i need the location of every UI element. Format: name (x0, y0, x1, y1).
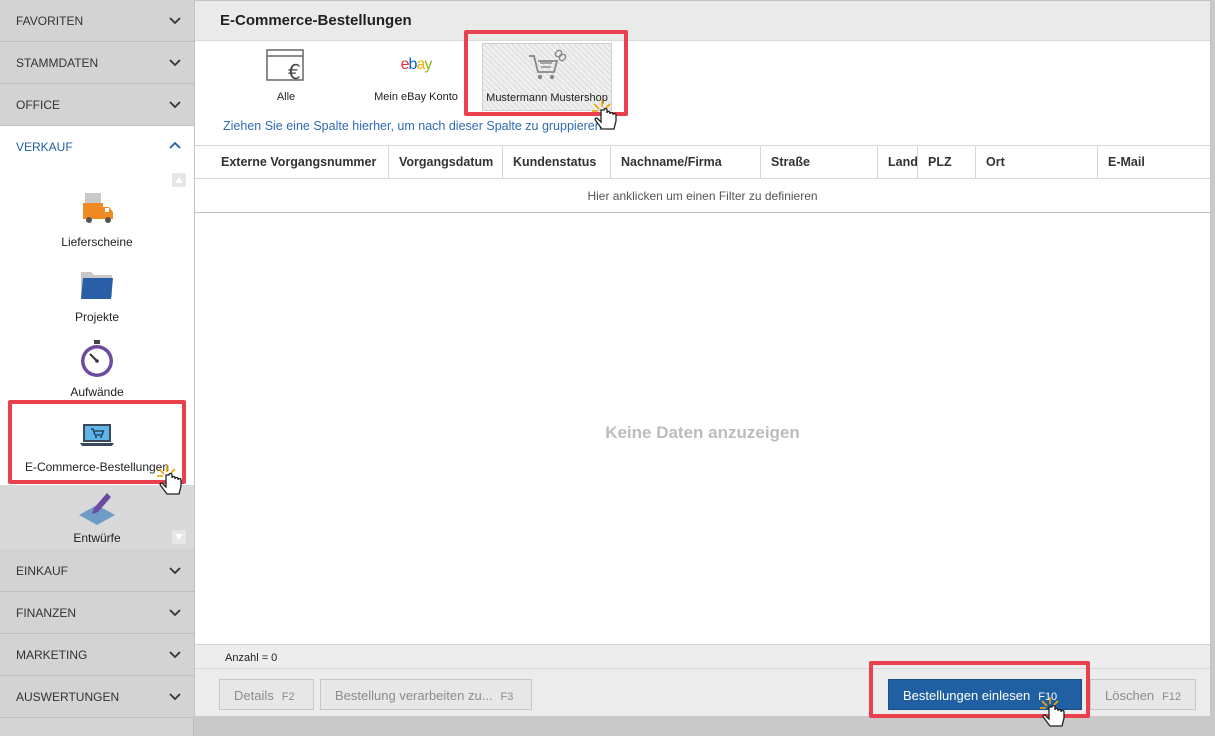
chevron-down-icon (169, 59, 181, 67)
loeschen-button[interactable]: Löschen F12 (1090, 679, 1196, 710)
ebay-logo-icon: ebay (386, 53, 446, 77)
draft-pen-icon (79, 493, 115, 525)
laptop-cart-icon (80, 424, 114, 446)
sidebar-section-stammdaten[interactable]: STAMMDATEN (0, 42, 194, 84)
sidebar-section-label: MARKETING (16, 647, 88, 662)
sidebar-section-favoriten[interactable]: FAVORITEN (0, 0, 194, 42)
stopwatch-icon (81, 340, 113, 377)
grid-header: Externe Vorgangsnummer Vorgangsdatum Kun… (195, 145, 1210, 179)
sidebar: FAVORITEN STAMMDATEN OFFICE VERKAUF Lief… (0, 0, 194, 736)
sidebar-item-entwuerfe[interactable]: Entwürfe (0, 485, 194, 549)
folder-icon (81, 272, 113, 299)
group-by-hint: Ziehen Sie eine Spalte hierher, um nach … (223, 119, 602, 133)
sidebar-item-aufwaende[interactable]: Aufwände (10, 339, 184, 411)
shop-tab-label: Mustermann Mustershop (486, 92, 608, 104)
invoice-euro-icon: € (266, 49, 304, 84)
triangle-up-icon (175, 177, 183, 183)
cart-link-icon (529, 49, 567, 80)
column-header-name[interactable]: Nachname/Firma (611, 146, 761, 179)
scroll-down-button[interactable] (172, 530, 186, 544)
chevron-down-icon (169, 101, 181, 109)
sidebar-section-label: STAMMDATEN (16, 55, 99, 70)
triangle-down-icon (175, 534, 183, 540)
sidebar-section-einkauf[interactable]: EINKAUF (0, 550, 194, 592)
chevron-down-icon (169, 17, 181, 25)
app-window: FAVORITEN STAMMDATEN OFFICE VERKAUF Lief… (0, 0, 1215, 736)
sidebar-section-verkauf[interactable]: VERKAUF (0, 126, 194, 168)
button-shortcut: F2 (281, 691, 295, 703)
empty-state-text: Keine Daten anzuzeigen (605, 423, 800, 442)
button-shortcut: F12 (1162, 691, 1182, 703)
delivery-truck-icon (83, 193, 113, 223)
page-title: E-Commerce-Bestellungen (195, 1, 1210, 41)
main-panel: E-Commerce-Bestellungen € Alle ebay Mein… (194, 0, 1211, 716)
shop-tab-ebay[interactable]: ebay Mein eBay Konto (351, 43, 481, 111)
button-label: Bestellungen einlesen (903, 688, 1031, 703)
footer-toolbar: Details F2 Bestellung verarbeiten zu... F3… (195, 668, 1210, 716)
button-label: Bestellung verarbeiten zu... (335, 688, 493, 703)
details-button[interactable]: Details F2 (219, 679, 314, 710)
sidebar-section-marketing[interactable]: MARKETING (0, 634, 194, 676)
column-header-land[interactable]: Land (878, 146, 918, 179)
sidebar-item-label: Lieferscheine (61, 235, 133, 249)
chevron-down-icon (169, 567, 181, 575)
column-header-status[interactable]: Kundenstatus (503, 146, 611, 179)
sidebar-section-label: EINKAUF (16, 563, 69, 578)
sidebar-item-label: E-Commerce-Bestellungen (24, 460, 170, 474)
sidebar-section-label: FINANZEN (16, 605, 76, 620)
sidebar-section-finanzen[interactable]: FINANZEN (0, 592, 194, 634)
chevron-down-icon (169, 693, 181, 701)
bestellungen-einlesen-button[interactable]: Bestellungen einlesen F10 (888, 679, 1082, 710)
sidebar-section-label: VERKAUF (16, 140, 73, 154)
shop-tab-mustermann[interactable]: Mustermann Mustershop (482, 43, 612, 111)
column-header-ort[interactable]: Ort (976, 146, 1098, 179)
button-shortcut: F10 (1038, 691, 1058, 703)
svg-text:€: € (288, 60, 301, 84)
sidebar-section-label: AUSWERTUNGEN (16, 689, 120, 704)
sidebar-item-ecommerce[interactable]: E-Commerce-Bestellungen (10, 414, 184, 486)
button-label: Details (234, 688, 274, 703)
sidebar-section-label: OFFICE (16, 97, 60, 112)
record-count: Anzahl = 0 (195, 644, 1210, 668)
column-header-email[interactable]: E-Mail (1098, 146, 1210, 179)
column-header-plz[interactable]: PLZ (918, 146, 976, 179)
sidebar-section-office[interactable]: OFFICE (0, 84, 194, 126)
column-header-strasse[interactable]: Straße (761, 146, 878, 179)
ebay-logo-letter: e (400, 56, 410, 73)
button-label: Löschen (1105, 688, 1155, 703)
chevron-down-icon (169, 609, 181, 617)
filter-row[interactable]: Hier anklicken um einen Filter zu defini… (195, 179, 1210, 213)
bestellung-verarbeiten-button[interactable]: Bestellung verarbeiten zu... F3 (320, 679, 532, 710)
sidebar-item-projekte[interactable]: Projekte (10, 264, 184, 336)
shop-tab-alle[interactable]: € Alle (221, 43, 351, 111)
chevron-down-icon (169, 651, 181, 659)
sidebar-section-label: FAVORITEN (16, 13, 84, 28)
chevron-up-icon (169, 141, 181, 149)
sidebar-item-label: Aufwände (70, 385, 124, 399)
column-header-datum[interactable]: Vorgangsdatum (389, 146, 503, 179)
button-shortcut: F3 (500, 691, 514, 703)
verkauf-items: Lieferscheine Projekte Aufwände E-Commer… (0, 167, 194, 549)
scroll-up-button[interactable] (172, 173, 186, 187)
ebay-logo-letter: y (424, 56, 432, 73)
sidebar-item-lieferscheine[interactable]: Lieferscheine (10, 189, 184, 261)
sidebar-section-auswertungen[interactable]: AUSWERTUNGEN (0, 676, 194, 718)
sidebar-item-label: Entwürfe (73, 531, 121, 545)
column-header-ext[interactable]: Externe Vorgangsnummer (211, 146, 389, 179)
shop-tab-label: Alle (276, 91, 296, 103)
shop-tab-label: Mein eBay Konto (374, 91, 458, 103)
sidebar-item-label: Projekte (74, 310, 120, 324)
